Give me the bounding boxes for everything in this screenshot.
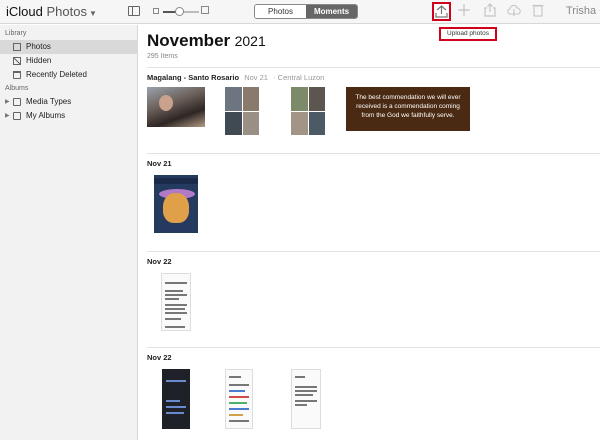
view-switcher: Photos Moments [254,4,358,19]
divider [147,153,600,154]
sidebar-item-hidden[interactable]: Hidden [0,54,137,68]
month-label: November [147,31,231,50]
folder-icon [13,112,21,120]
upload-button[interactable] [432,2,451,21]
divider [147,251,600,252]
main-content: November 2021 295 Items Magalang - Santo… [139,25,600,440]
photo-thumbnail[interactable] [225,87,259,135]
sidebar-item-media-types[interactable]: ▶ Media Types [0,95,137,109]
trash-icon[interactable] [529,3,547,21]
sidebar-item-my-albums[interactable]: ▶ My Albums [0,109,137,123]
moment-header[interactable]: Magalang - Santo Rosario Nov 21 · Centra… [147,73,600,82]
photo-thumbnail[interactable] [147,87,205,127]
moment-title: Magalang - Santo Rosario [147,73,240,82]
quote-image-thumbnail[interactable]: The best commendation we will ever recei… [346,87,470,131]
year-label: 2021 [234,33,266,49]
quote-image-text: The best commendation we will ever recei… [355,94,461,119]
sidebar-item-label: My Albums [26,111,66,120]
screenshot-thumbnail[interactable] [225,369,253,429]
moment-group: Nov 22 [147,257,600,266]
hidden-icon [13,57,21,65]
tab-moments[interactable]: Moments [306,5,357,18]
library-heading: Library [5,30,27,37]
sidebar-item-label: Media Types [26,97,72,106]
photo-thumbnail[interactable] [154,175,198,233]
share-icon[interactable] [481,3,499,21]
moment-header[interactable]: Nov 22 [147,353,600,362]
moment-location-separator: · [273,73,276,82]
toolbar: iCloud Photos▼ Photos Moments ＋ Trisha▼ [0,0,600,24]
zoom-slider[interactable] [163,7,199,16]
brand-secondary: Photos [46,4,87,19]
sidebar-item-label: Recently Deleted [26,70,87,79]
photo-thumbnail[interactable] [291,87,325,135]
screenshot-thumbnail[interactable] [162,369,190,429]
sidebar-item-label: Hidden [26,56,52,65]
app-title[interactable]: iCloud Photos ▼ [6,4,97,19]
zoom-slider-knob[interactable] [174,7,184,16]
trash-icon [13,71,21,79]
zoom-in-icon[interactable] [201,6,209,14]
photos-icon [13,43,21,51]
page-title: November 2021 [147,31,266,51]
plus-icon[interactable]: ＋ [455,3,473,21]
download-icon[interactable] [505,3,523,21]
user-menu[interactable]: Trisha▼ [566,5,600,17]
brand-primary: iCloud [6,4,43,19]
disclosure-triangle-icon[interactable]: ▶ [5,109,10,123]
sidebar: Library Photos Hidden Recently Deleted A… [0,25,138,440]
tab-photos[interactable]: Photos [255,5,306,18]
moment-group: Nov 22 [147,353,600,362]
moment-header[interactable]: Nov 22 [147,257,600,266]
screenshot-thumbnail[interactable] [291,369,321,429]
item-count: 295 Items [147,53,178,60]
divider [147,67,600,68]
moment-group: Nov 21 [147,159,600,168]
moment-group: Magalang - Santo Rosario Nov 21 · Centra… [147,73,600,82]
moment-location: Central Luzon [277,73,325,82]
user-name: Trisha [566,5,597,17]
chevron-down-icon: ▼ [88,9,97,18]
sidebar-toggle-icon[interactable] [128,6,140,16]
moment-date: Nov 21 [244,73,268,82]
albums-heading: Albums [5,85,29,92]
disclosure-triangle-icon[interactable]: ▶ [5,95,10,109]
folder-icon [13,98,21,106]
zoom-out-icon[interactable] [153,8,159,14]
sidebar-item-recently-deleted[interactable]: Recently Deleted [0,68,137,82]
upload-icon [435,5,448,18]
screenshot-thumbnail[interactable] [161,273,191,331]
moment-header[interactable]: Nov 21 [147,159,600,168]
sidebar-item-photos[interactable]: Photos [0,40,137,54]
divider [147,347,600,348]
sidebar-item-label: Photos [26,42,51,51]
